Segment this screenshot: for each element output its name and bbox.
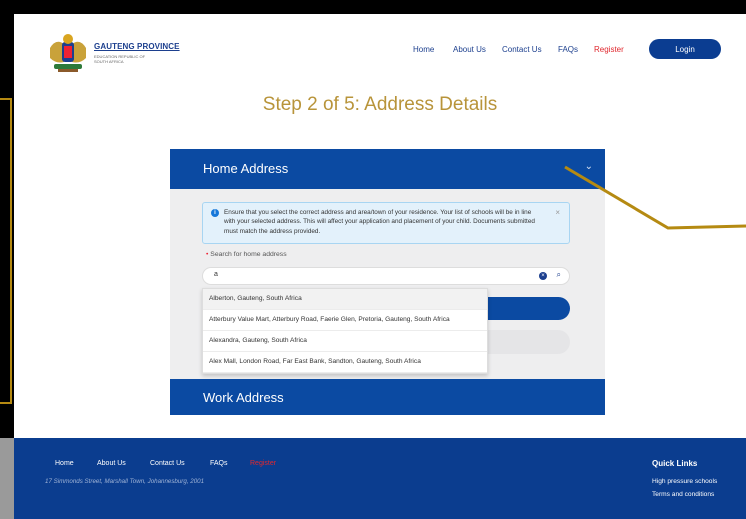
work-address-header[interactable]: Work Address [170,379,605,415]
work-address-title: Work Address [203,390,284,405]
footer-link-register[interactable]: Register [250,460,276,467]
annotation-frame [0,98,12,404]
home-address-title: Home Address [203,161,289,176]
footer-address: 17 Simmonds Street, Marshall Town, Johan… [45,478,205,485]
quick-link-terms[interactable]: Terms and conditions [652,491,714,498]
nav-about-us[interactable]: About Us [453,45,486,54]
address-suggestions-dropdown: Alberton, Gauteng, South Africa Atterbur… [202,288,488,374]
footer-link-about-us[interactable]: About Us [97,460,126,467]
nav-home[interactable]: Home [413,45,434,54]
nav-register[interactable]: Register [594,45,624,54]
quick-link-high-pressure-schools[interactable]: High pressure schools [652,478,717,485]
search-label-text: Search for home address [210,251,287,258]
info-icon: i [211,209,219,217]
logo-subtitle: EDUCATION REPUBLIC OF SOUTH AFRICA [94,54,146,64]
required-mark: • [206,251,209,258]
search-label: • Search for home address [206,251,287,258]
suggestion-item[interactable]: Atterbury Value Mart, Atterbury Road, Fa… [203,310,487,331]
login-button[interactable]: Login [649,39,721,59]
search-input-value[interactable]: a [214,271,218,278]
page-title: Step 2 of 5: Address Details [262,94,498,115]
suggestion-item[interactable]: Alexandra, Gauteng, South Africa [203,331,487,352]
info-alert: i Ensure that you select the correct add… [202,202,570,244]
footer: Home About Us Contact Us FAQs Register 1… [14,438,746,519]
coat-of-arms-logo[interactable] [46,32,90,74]
home-address-header[interactable]: Home Address ⌄ [170,149,605,189]
background-panel [0,438,14,519]
footer-link-faqs[interactable]: FAQs [210,460,228,467]
suggestion-item[interactable]: Alberton, Gauteng, South Africa [203,289,487,310]
home-address-search-input[interactable]: a × ⌕ [202,267,570,285]
nav-contact-us[interactable]: Contact Us [502,45,542,54]
clear-icon[interactable]: × [539,272,547,280]
close-icon[interactable]: × [555,208,560,217]
search-icon[interactable]: ⌕ [557,270,561,280]
footer-link-contact-us[interactable]: Contact Us [150,460,185,467]
footer-link-home[interactable]: Home [55,460,74,467]
browser-viewport: GAUTENG PROVINCE EDUCATION REPUBLIC OF S… [14,14,746,519]
quick-links-title: Quick Links [652,459,698,468]
info-text: Ensure that you select the correct addre… [224,209,535,235]
chevron-down-icon[interactable]: ⌄ [585,161,593,172]
logo-title[interactable]: GAUTENG PROVINCE [94,42,180,51]
suggestion-item[interactable]: Alex Mall, London Road, Far East Bank, S… [203,352,487,373]
nav-faqs[interactable]: FAQs [558,45,578,54]
